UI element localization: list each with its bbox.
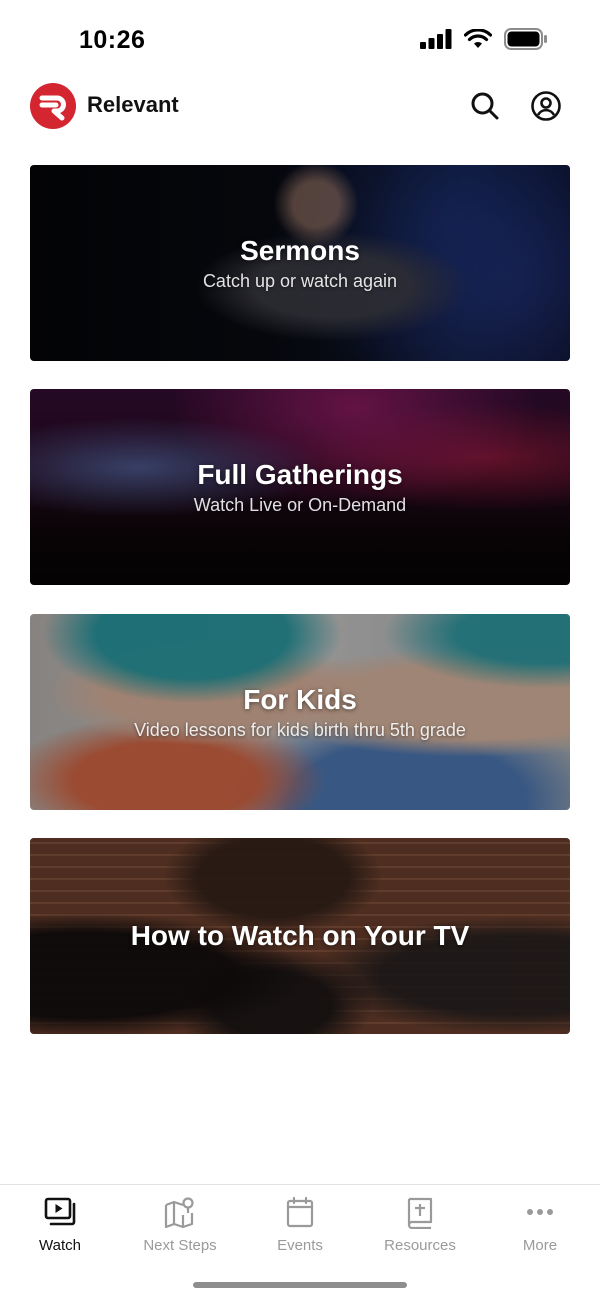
search-icon [471,92,499,120]
relevant-logo-icon [39,95,66,121]
profile-button[interactable] [529,89,563,123]
card-title: Sermons [240,234,360,266]
watch-on-tv-card[interactable]: How to Watch on Your TV [30,838,570,1034]
tab-next-steps[interactable]: Next Steps [120,1195,240,1263]
card-title: For Kids [243,683,357,715]
card-subtitle: Catch up or watch again [202,270,398,291]
tab-resources[interactable]: Resources [360,1195,480,1263]
tab-label: More [522,1237,558,1254]
tab-bar: Watch Next Steps Events Resources More [0,1184,600,1300]
for-kids-card[interactable]: For Kids Video lessons for kids birth th… [30,614,570,810]
tab-events[interactable]: Events [240,1195,360,1263]
tab-label: Watch [39,1237,81,1254]
app-logo [30,83,76,129]
app-title: Relevant [87,92,179,117]
play-video-icon [44,1197,76,1226]
tab-label: Events [277,1237,323,1254]
calendar-icon [286,1196,314,1228]
tab-label: Next Steps [143,1237,217,1254]
full-gatherings-card[interactable]: Full Gatherings Watch Live or On-Demand [30,389,570,585]
tab-label: Resources [384,1237,456,1254]
status-icons [420,28,548,50]
home-indicator [193,1282,407,1288]
card-subtitle: Video lessons for kids birth thru 5th gr… [134,719,466,740]
card-title: Full Gatherings [197,458,403,490]
status-time: 10:26 [79,26,146,54]
tab-more[interactable]: More [480,1195,600,1263]
battery-icon [504,28,547,50]
profile-icon [531,91,561,121]
map-pin-icon [164,1197,194,1229]
search-button[interactable] [468,89,502,123]
app-header: Relevant [0,80,600,134]
sermons-card[interactable]: Sermons Catch up or watch again [30,165,570,361]
cellular-signal-icon [420,29,452,49]
bible-icon [407,1197,433,1229]
wifi-icon [464,29,492,48]
card-title: How to Watch on Your TV [130,920,470,951]
more-dots-icon [527,1209,553,1215]
card-subtitle: Watch Live or On-Demand [193,494,407,515]
tab-watch[interactable]: Watch [0,1195,120,1263]
status-bar: 10:26 [0,0,600,80]
